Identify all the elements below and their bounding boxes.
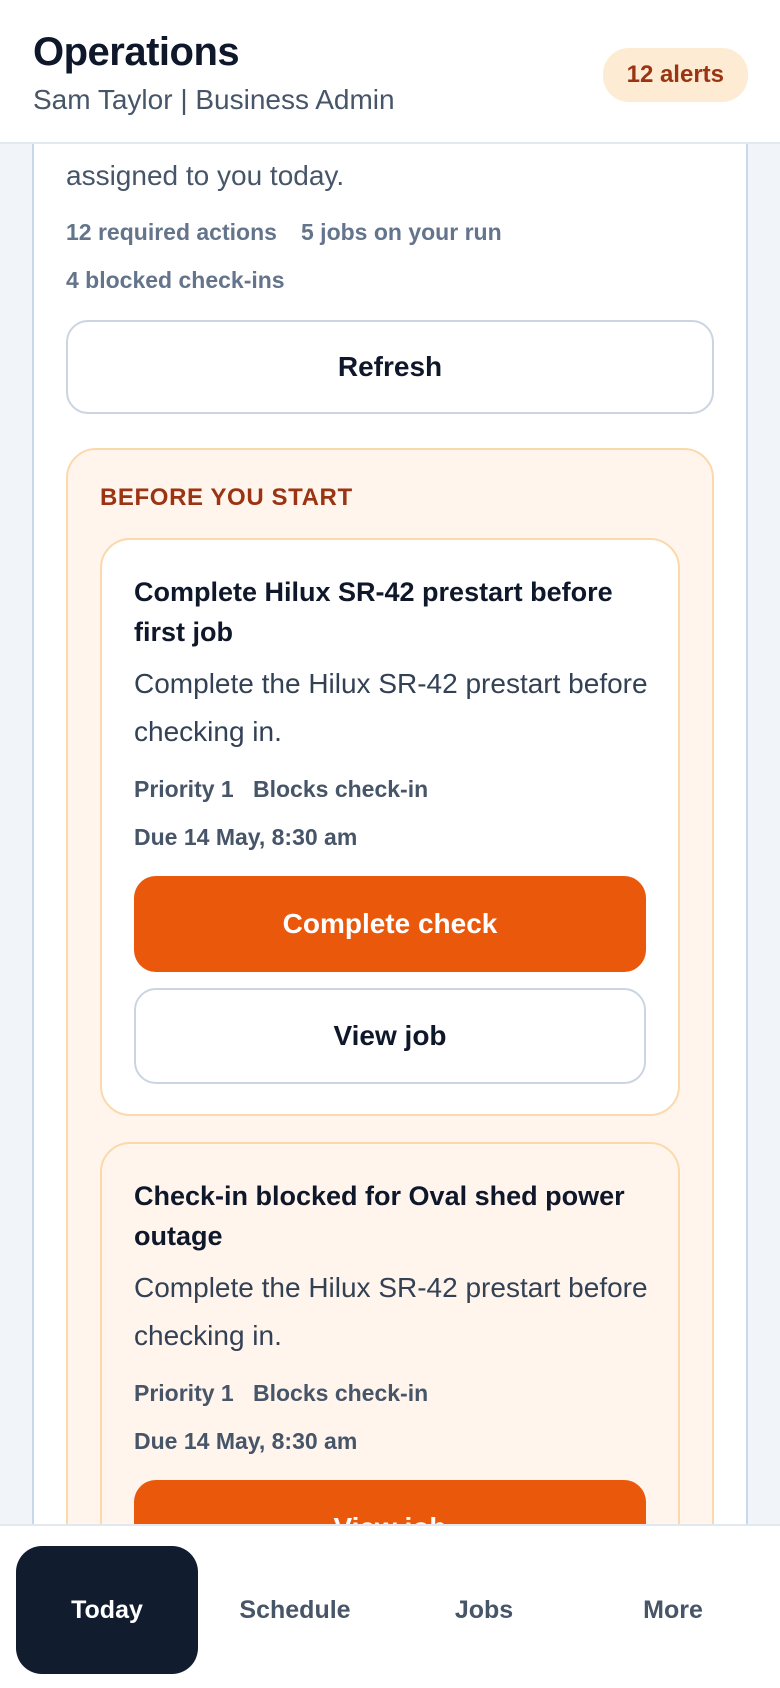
task-title: Check-in blocked for Oval shed power out… xyxy=(134,1181,625,1251)
tab-jobs[interactable]: Jobs xyxy=(393,1546,575,1674)
blocks-checkin-label: Blocks check-in xyxy=(253,776,429,802)
task-title: Complete Hilux SR-42 prestart before fir… xyxy=(134,577,613,647)
task-description: Complete the Hilux SR-42 prestart before… xyxy=(134,1272,648,1351)
summary-text: assigned to you today. xyxy=(66,160,345,191)
refresh-button[interactable]: Refresh xyxy=(66,320,714,414)
priority-label: Priority 1 xyxy=(134,1380,234,1406)
complete-check-button[interactable]: Complete check xyxy=(134,876,646,972)
bottom-tab-bar: Today Schedule Jobs More xyxy=(0,1524,780,1688)
alerts-badge[interactable]: 12 alerts xyxy=(602,48,748,102)
tab-schedule[interactable]: Schedule xyxy=(204,1546,386,1674)
page-title: Operations xyxy=(33,30,240,74)
blocks-checkin-label: Blocks check-in xyxy=(253,1380,429,1406)
tab-today[interactable]: Today xyxy=(16,1546,198,1674)
stat-jobs-on-run: 5 jobs on your run xyxy=(301,219,502,245)
view-job-button[interactable]: View job xyxy=(134,988,646,1084)
task-description: Complete the Hilux SR-42 prestart before… xyxy=(134,668,648,747)
due-date: Due 14 May, 8:30 am xyxy=(134,1428,358,1454)
stat-required-actions: 12 required actions xyxy=(66,219,277,245)
app-header: Operations Sam Taylor | Business Admin 1… xyxy=(0,0,780,144)
section-title: BEFORE YOU START xyxy=(100,484,353,511)
tab-more[interactable]: More xyxy=(582,1546,764,1674)
due-date: Due 14 May, 8:30 am xyxy=(134,824,358,850)
priority-label: Priority 1 xyxy=(134,776,234,802)
user-role-line: Sam Taylor | Business Admin xyxy=(33,84,395,115)
stat-blocked-checkins: 4 blocked check-ins xyxy=(66,267,285,293)
